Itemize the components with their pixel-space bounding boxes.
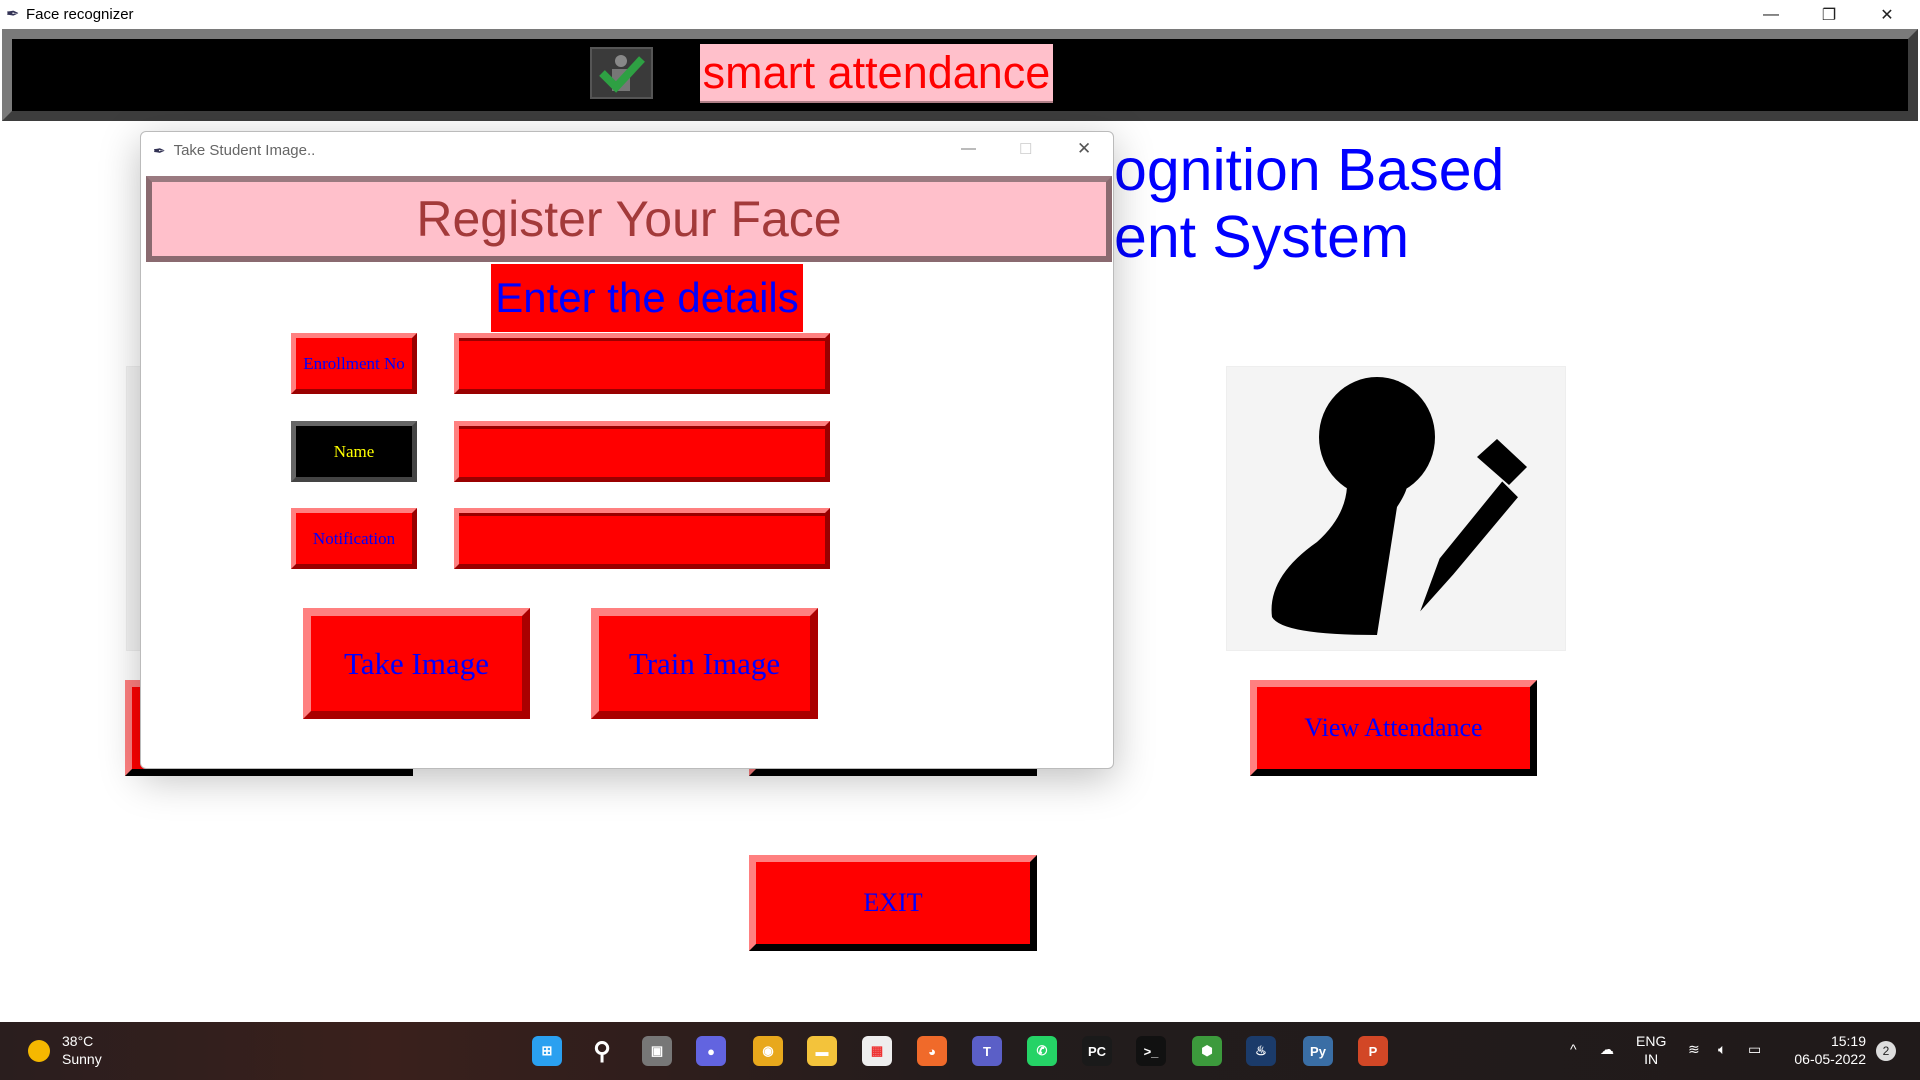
main-title-line2: ent System <box>1114 204 1410 270</box>
weather-temp: 38°C <box>62 1033 94 1049</box>
weather-text: Sunny <box>62 1051 102 1067</box>
language-indicator[interactable]: ENG IN <box>1636 1032 1666 1068</box>
nodejs-icon[interactable]: ⬢ <box>1192 1036 1222 1066</box>
dialog-subheading: Enter the details <box>491 264 803 332</box>
lang-code: ENG <box>1636 1033 1667 1049</box>
file-explorer-icon[interactable]: ▬ <box>807 1036 837 1066</box>
feather-icon: ✒ <box>153 142 166 160</box>
terminal-icon[interactable]: >_ <box>1136 1036 1166 1066</box>
battery-icon[interactable]: ▭ <box>1748 1040 1761 1058</box>
view-attendance-image <box>1226 366 1566 651</box>
clock[interactable]: 15:19 06-05-2022 <box>1788 1032 1866 1068</box>
whatsapp-icon[interactable]: ✆ <box>1027 1036 1057 1066</box>
wifi-icon[interactable]: ≋ <box>1688 1040 1700 1058</box>
dialog-close-button[interactable]: ✕ <box>1077 139 1091 159</box>
notification-label: Notification <box>291 508 417 569</box>
firefox-icon[interactable]: ◕ <box>917 1036 947 1066</box>
volume-icon[interactable]: 🔈︎ <box>1718 1040 1726 1058</box>
view-attendance-button[interactable]: View Attendance <box>1250 680 1537 776</box>
chat-icon[interactable]: ● <box>696 1036 726 1066</box>
search-icon[interactable]: ⚲ <box>587 1036 617 1066</box>
dialog-minimize-button[interactable]: — <box>961 140 976 157</box>
task-view-icon[interactable]: ▣ <box>642 1036 672 1066</box>
dialog-maximize-button[interactable]: ☐ <box>1019 140 1032 158</box>
main-title-line1: ognition Based <box>1114 137 1505 203</box>
user-edit-icon <box>1271 377 1527 635</box>
weather-widget[interactable]: 38°C Sunny <box>62 1032 102 1068</box>
lang-region: IN <box>1644 1051 1659 1067</box>
minimize-button[interactable]: — <box>1742 0 1800 29</box>
name-input[interactable] <box>454 421 830 482</box>
name-label: Name <box>291 421 417 482</box>
restore-button[interactable]: ❐ <box>1800 0 1858 29</box>
feather-icon: ✒ <box>6 6 20 23</box>
dialog-heading: Register Your Face <box>146 176 1112 262</box>
clock-date: 06-05-2022 <box>1794 1051 1866 1067</box>
notification-input[interactable] <box>454 508 830 569</box>
steam-icon[interactable]: ♨ <box>1246 1036 1276 1066</box>
chevron-up-icon[interactable]: ^ <box>1570 1040 1577 1058</box>
window-title: Face recognizer <box>26 6 134 23</box>
train-image-button[interactable]: Train Image <box>591 608 818 719</box>
enrollment-label: Enrollment No <box>291 333 417 394</box>
pycharm-icon[interactable]: PC <box>1082 1036 1112 1066</box>
attendance-check-icon <box>590 47 653 99</box>
dialog-title: Take Student Image.. <box>173 142 316 159</box>
clock-time: 15:19 <box>1830 1033 1866 1049</box>
close-button[interactable]: ✕ <box>1858 0 1916 29</box>
chrome-icon[interactable]: ◉ <box>753 1036 783 1066</box>
enrollment-input[interactable] <box>454 333 830 394</box>
notification-badge[interactable]: 2 <box>1876 1041 1896 1061</box>
exit-button[interactable]: EXIT <box>749 855 1037 951</box>
window-titlebar: ✒ Face recognizer — ❐ ✕ <box>0 0 1920 29</box>
weather-sun-icon <box>28 1040 50 1062</box>
teams-icon[interactable]: T <box>972 1036 1002 1066</box>
onedrive-icon[interactable]: ☁ <box>1600 1040 1614 1058</box>
taskbar: 38°C Sunny ⊞ ⚲ ▣ ● ◉ ▬ ▦ ◕ T ✆ PC >_ ⬢ ♨ Py P ^ ☁ ENG I… <box>0 1022 1920 1080</box>
take-image-button[interactable]: Take Image <box>303 608 530 719</box>
dialog-titlebar: ✒ Take Student Image.. — ☐ ✕ <box>141 132 1113 169</box>
python-icon[interactable]: Py <box>1303 1036 1333 1066</box>
start-icon[interactable]: ⊞ <box>532 1036 562 1066</box>
powerpoint-icon[interactable]: P <box>1358 1036 1388 1066</box>
take-student-image-dialog: ✒ Take Student Image.. — ☐ ✕ Register Yo… <box>140 131 1114 769</box>
header-label: smart attendance <box>700 44 1053 103</box>
store-icon[interactable]: ▦ <box>862 1036 892 1066</box>
